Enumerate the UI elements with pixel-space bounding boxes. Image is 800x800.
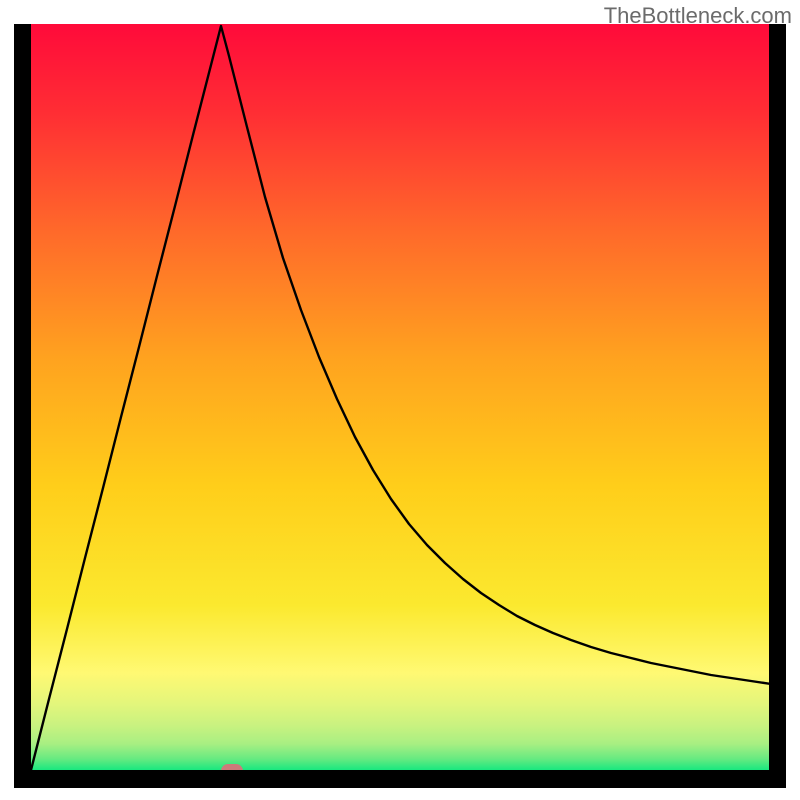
chart-container: TheBottleneck.com [0, 0, 800, 800]
chart-svg [31, 24, 769, 770]
gradient-background [31, 24, 769, 770]
optimal-point-marker[interactable] [221, 764, 243, 778]
chart-frame [14, 24, 786, 788]
watermark-text: TheBottleneck.com [604, 3, 792, 29]
